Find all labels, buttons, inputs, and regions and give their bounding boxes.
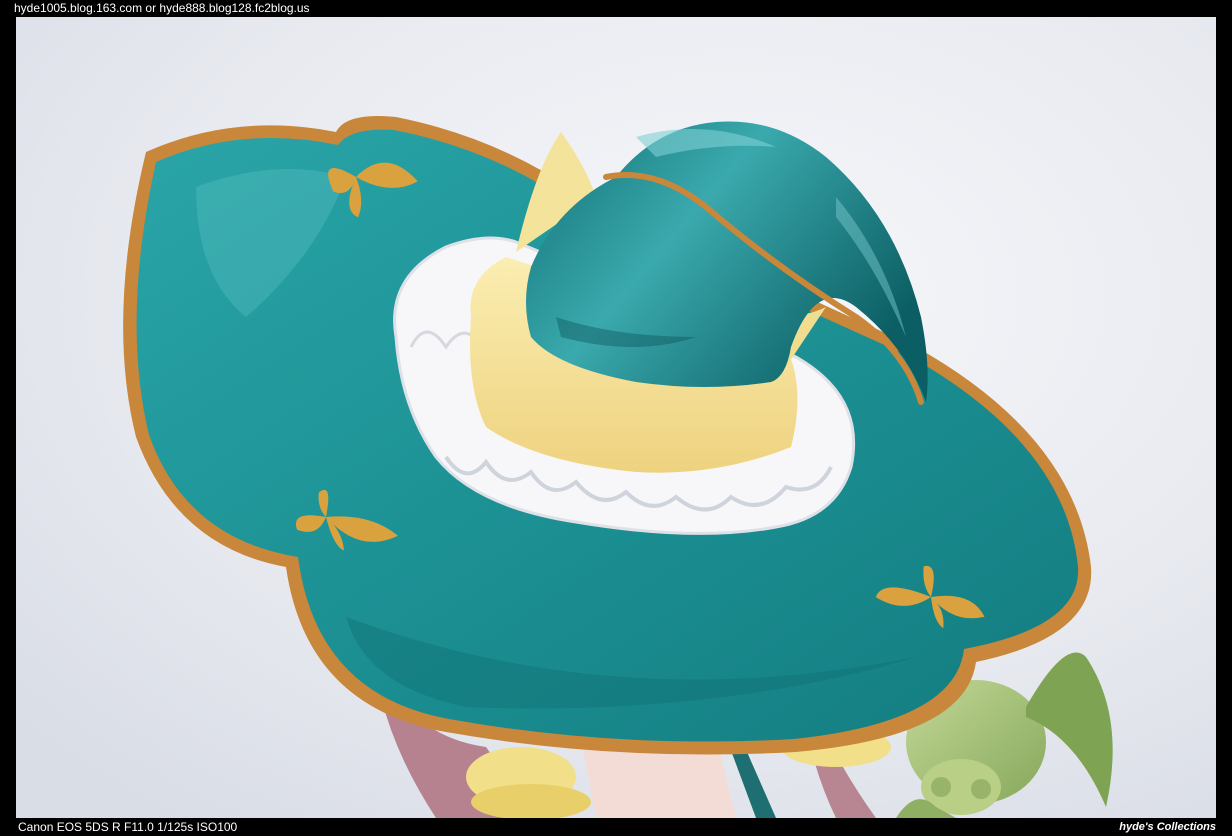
figure-photo <box>16 17 1216 818</box>
bottom-caption-bar: Canon EOS 5DS R F11.0 1/125s ISO100 hyde… <box>0 818 1232 836</box>
blog-urls-text: hyde1005.blog.163.com or hyde888.blog128… <box>14 1 310 15</box>
collection-credit-text: hyde's Collections <box>1119 821 1216 833</box>
exif-info-text: Canon EOS 5DS R F11.0 1/125s ISO100 <box>18 820 238 834</box>
photo-frame <box>16 17 1216 818</box>
top-caption-bar: hyde1005.blog.163.com or hyde888.blog128… <box>0 0 1232 17</box>
